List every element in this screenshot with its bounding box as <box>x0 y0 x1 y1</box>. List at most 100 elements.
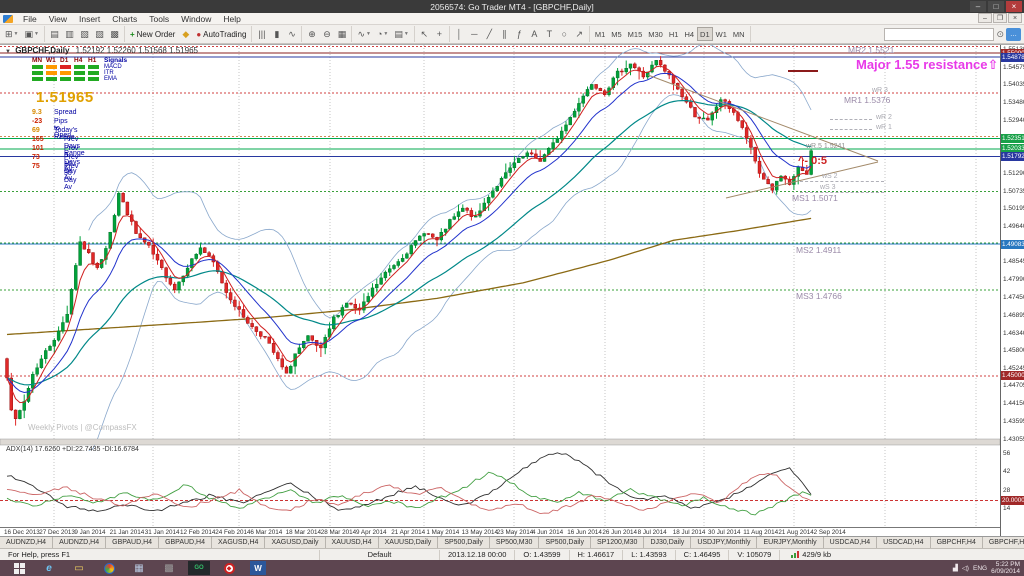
price-chart[interactable] <box>0 45 1000 527</box>
chrome-icon[interactable] <box>98 561 120 575</box>
timeframe-mn[interactable]: MN <box>730 27 748 41</box>
cursor-button[interactable]: ↖ <box>417 27 432 42</box>
periods-button[interactable]: ◔▼ <box>374 27 391 42</box>
timeframe-m1[interactable]: M1 <box>592 27 608 41</box>
autotrading-button[interactable]: ●AutoTrading <box>193 27 249 42</box>
chart-annotation: MS2 1.4911 <box>796 245 841 255</box>
tray-language[interactable]: ENG <box>973 565 987 572</box>
menu-insert[interactable]: Insert <box>73 13 106 25</box>
minimize-button[interactable]: – <box>970 1 986 12</box>
chart-tab-xagusd-h4[interactable]: XAGUSD,H4 <box>212 537 265 548</box>
indicators-button[interactable]: ∿▼ <box>354 27 374 42</box>
menu-view[interactable]: View <box>43 13 73 25</box>
status-profile[interactable]: Default <box>320 550 440 560</box>
tray-volume-icon[interactable]: ◁) <box>962 564 969 572</box>
new-chart-button[interactable]: ⊞▼ <box>2 27 22 42</box>
horizontal-line-button[interactable]: ─ <box>467 27 482 42</box>
vertical-line-button[interactable]: │ <box>452 27 467 42</box>
price-axis[interactable]: 1.551301.545751.540351.534801.529401.512… <box>1000 45 1024 537</box>
chart-tab-gbpchf-h4[interactable]: GBPCHF,H4 <box>983 537 1024 548</box>
internet-explorer-icon[interactable]: e <box>38 561 60 575</box>
chart-restore-button[interactable]: ❐ <box>993 13 1007 23</box>
bar-chart-button[interactable]: ||| <box>254 27 269 42</box>
chart-annotation: ^- 0:5 <box>798 155 827 167</box>
chart-tab-xauusd-daily[interactable]: XAUUSD,Daily <box>379 537 439 548</box>
trendline-button[interactable]: ╱ <box>482 27 497 42</box>
chart-tab-gbpchf-h4[interactable]: GBPCHF,H4 <box>931 537 983 548</box>
chart-tab-gbpaud-h4[interactable]: GBPAUD,H4 <box>159 537 212 548</box>
chart-minimize-button[interactable]: – <box>978 13 992 23</box>
timeframe-d1[interactable]: D1 <box>697 27 713 41</box>
search-input[interactable] <box>884 28 994 41</box>
line-chart-button[interactable]: ∿ <box>284 27 299 42</box>
shapes-button[interactable]: ○ <box>557 27 572 42</box>
channel-button[interactable]: ∥ <box>497 27 512 42</box>
label-button[interactable]: T <box>542 27 557 42</box>
close-button[interactable]: × <box>1006 1 1022 12</box>
chart-tab-gbpaud-h4[interactable]: GBPAUD,H4 <box>106 537 159 548</box>
word-icon[interactable]: W <box>250 561 266 575</box>
file-explorer-icon[interactable]: ▭ <box>68 561 90 575</box>
menu-window[interactable]: Window <box>175 13 217 25</box>
tray-network-icon[interactable]: ▟ <box>953 564 958 572</box>
new-order-button[interactable]: +New Order <box>127 27 178 42</box>
indicators-icon: ∿ <box>357 29 365 40</box>
tester-diamond-button[interactable]: ◆ <box>178 27 193 42</box>
chart-tab-dj30-daily[interactable]: DJ30,Daily <box>644 537 691 548</box>
tile-windows-button[interactable]: ▦ <box>334 27 349 42</box>
chat-icon[interactable]: … <box>1006 28 1021 41</box>
chart-tab-usdjpy-monthly[interactable]: USDJPY,Monthly <box>691 537 757 548</box>
market-watch-button[interactable]: ▤ <box>47 27 62 42</box>
chart-tab-sp500-daily[interactable]: SP500,Daily <box>438 537 490 548</box>
go-trader-icon[interactable]: GO <box>188 561 210 575</box>
terminal-button[interactable]: ▨ <box>92 27 107 42</box>
chart-tab-sp500-m30[interactable]: SP500,M30 <box>490 537 540 548</box>
calculator-icon[interactable]: ▦ <box>128 561 150 575</box>
timeframe-h1[interactable]: H1 <box>666 27 682 41</box>
remote-app-icon[interactable]: ▩ <box>158 561 180 575</box>
chart-close-button[interactable]: × <box>1008 13 1022 23</box>
chart-tab-audnzd-h4[interactable]: AUDNZD,H4 <box>53 537 106 548</box>
chart-window[interactable]: ▼ GBPCHF,Daily 1.52192 1.52260 1.51568 1… <box>0 44 1024 536</box>
quick-trade-caret-icon[interactable]: ▼ <box>5 49 11 55</box>
date-tick: 27 Dec 2013 <box>39 529 75 536</box>
data-window-button[interactable]: ▥ <box>62 27 77 42</box>
start-button[interactable] <box>8 561 30 575</box>
timeframe-h4[interactable]: H4 <box>681 27 697 41</box>
profiles-button[interactable]: ▣▼ <box>22 27 42 42</box>
search-icon[interactable]: ⊙ <box>996 29 1004 40</box>
timeframe-w1[interactable]: W1 <box>713 27 730 41</box>
crosshair-button[interactable]: + <box>432 27 447 42</box>
templates-button[interactable]: ▤▼ <box>391 27 411 42</box>
chart-tab-sp500-daily[interactable]: SP500,Daily <box>539 537 591 548</box>
chart-tab-xauusd-h4[interactable]: XAUUSD,H4 <box>326 537 379 548</box>
navigator-button[interactable]: ▧ <box>77 27 92 42</box>
taskbar-clock[interactable]: 5:22 PM 6/09/2014 <box>991 561 1020 575</box>
price-tick: 1.43595 <box>1003 418 1024 425</box>
chart-tab-eurjpy-monthly[interactable]: EURJPY,Monthly <box>757 537 823 548</box>
candle-chart-button[interactable]: ▮ <box>269 27 284 42</box>
maximize-button[interactable]: □ <box>988 1 1004 12</box>
profiles-icon: ▣ <box>25 29 34 40</box>
price-tick: 1.43055 <box>1003 436 1024 443</box>
chart-tab-audnzd-h4[interactable]: AUDNZD,H4 <box>0 537 53 548</box>
menu-file[interactable]: File <box>17 13 43 25</box>
text-button[interactable]: A <box>527 27 542 42</box>
chart-tab-xagusd-daily[interactable]: XAGUSD,Daily <box>265 537 325 548</box>
timeframe-m15[interactable]: M15 <box>625 27 646 41</box>
metatrader-icon[interactable]: ◆ <box>218 561 240 575</box>
arrows-button[interactable]: ↗ <box>572 27 587 42</box>
timeframe-m30[interactable]: M30 <box>645 27 666 41</box>
strategy-tester-button[interactable]: ▩ <box>107 27 122 42</box>
menu-charts[interactable]: Charts <box>106 13 143 25</box>
chart-tab-usdcad-h4[interactable]: USDCAD,H4 <box>824 537 877 548</box>
zoom-in-button[interactable]: ⊕ <box>304 27 319 42</box>
timeframe-m5[interactable]: M5 <box>608 27 624 41</box>
fibonacci-button[interactable]: ƒ <box>512 27 527 42</box>
zoom-out-button[interactable]: ⊖ <box>319 27 334 42</box>
chart-symbol-header[interactable]: ▼ GBPCHF,Daily 1.52192 1.52260 1.51568 1… <box>5 46 198 55</box>
menu-help[interactable]: Help <box>217 13 246 25</box>
chart-tab-sp1200-m30[interactable]: SP1200,M30 <box>591 537 644 548</box>
chart-tab-usdcad-h4[interactable]: USDCAD,H4 <box>877 537 930 548</box>
menu-tools[interactable]: Tools <box>143 13 175 25</box>
